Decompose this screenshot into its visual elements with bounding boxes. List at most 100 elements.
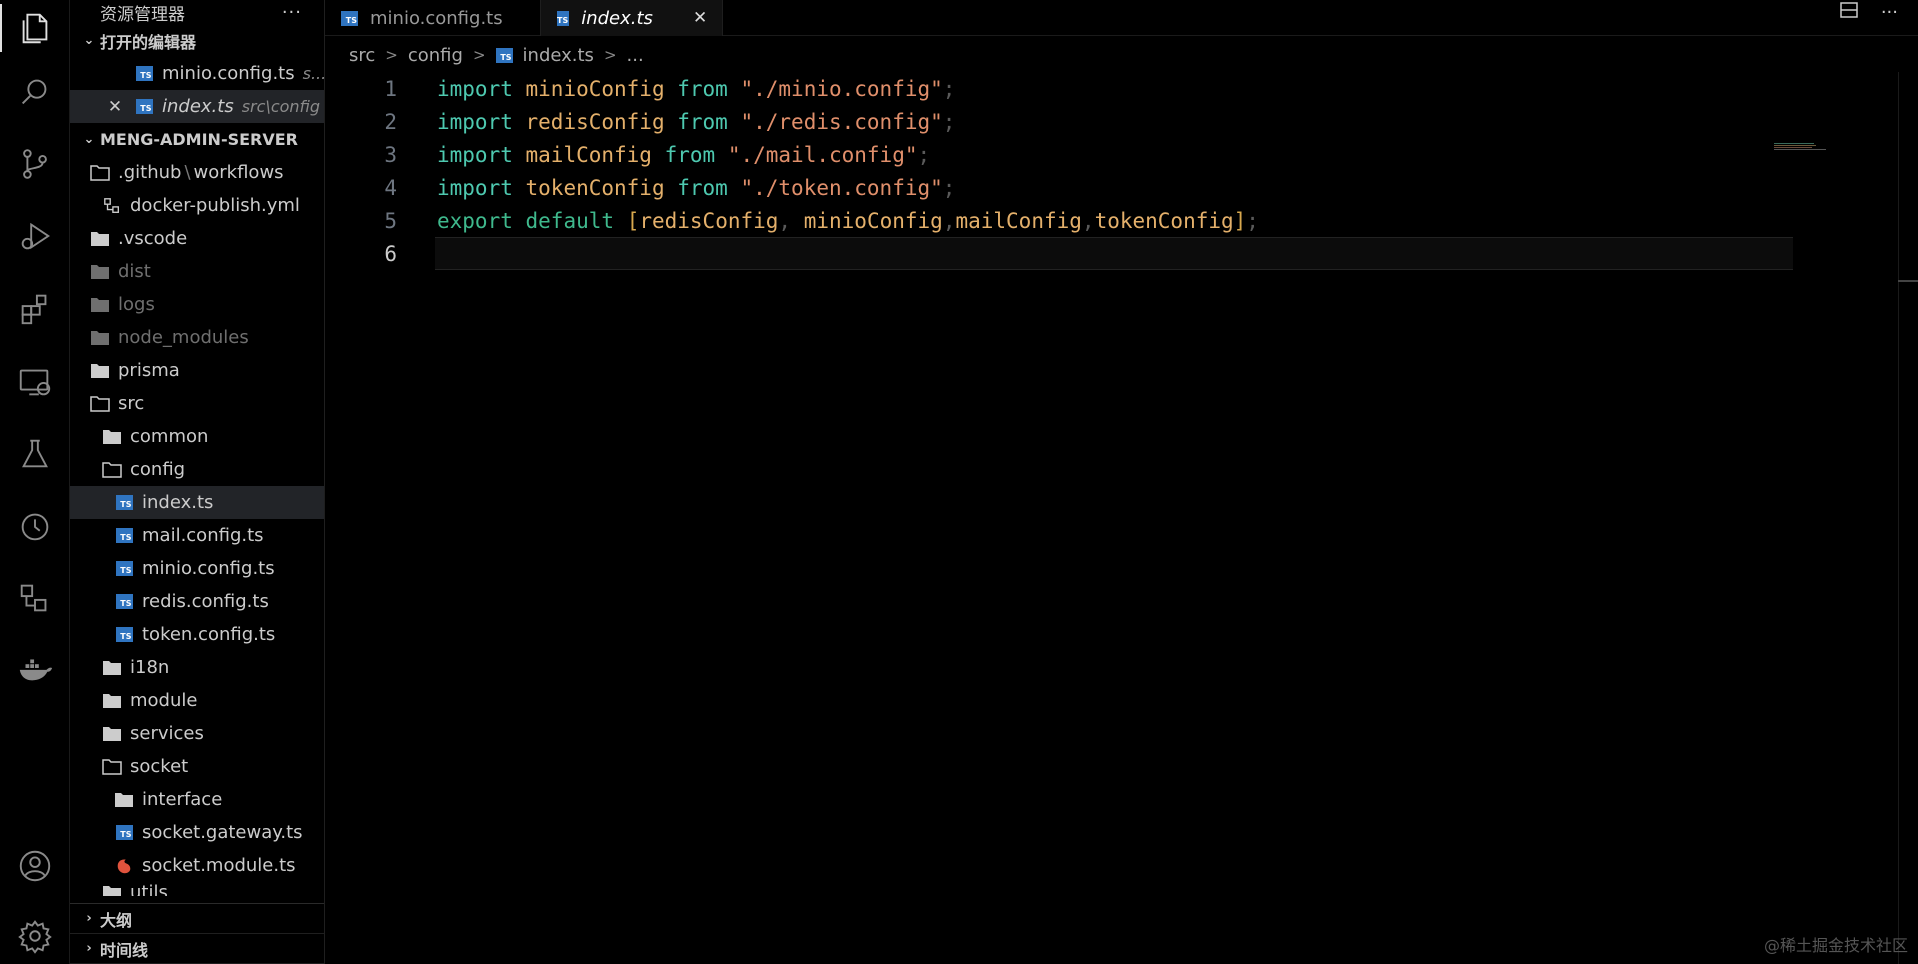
open-editors-section[interactable]: ⌄ 打开的编辑器 <box>70 24 324 57</box>
code-line[interactable]: 4 import tokenConfig from "./token.confi… <box>325 171 1898 204</box>
folder-icon <box>114 790 134 810</box>
breadcrumb-separator: > <box>472 46 486 64</box>
typescript-file-icon: TS <box>134 64 154 84</box>
tree-folder-node-modules[interactable]: node_modules <box>70 321 324 354</box>
settings-gear-icon[interactable] <box>0 908 70 964</box>
line-text: export default [redisConfig, minioConfig… <box>437 208 1259 233</box>
tree-folder-logs[interactable]: logs <box>70 288 324 321</box>
vertical-scrollbar[interactable] <box>1898 72 1918 964</box>
open-editor-item[interactable]: TS minio.config.ts s... <box>70 57 324 90</box>
tree-file-index[interactable]: TS index.ts <box>70 486 324 519</box>
watermark: @稀土掘金技术社区 <box>1763 936 1908 955</box>
tree-file-mail-config[interactable]: TS mail.config.ts <box>70 519 324 552</box>
line-number: 6 <box>384 241 397 266</box>
gitlens-icon[interactable] <box>0 570 70 626</box>
line-number: 2 <box>384 109 397 134</box>
outline-section[interactable]: › 大纲 <box>70 904 324 934</box>
tree-folder-dist[interactable]: dist <box>70 255 324 288</box>
code-line[interactable]: 2 import redisConfig from "./redis.confi… <box>325 105 1898 138</box>
tab-label: minio.config.ts <box>370 7 503 29</box>
sidebar-header: 资源管理器 ··· <box>70 0 324 25</box>
tree-folder-config[interactable]: config <box>70 453 324 486</box>
tree-file-token-config[interactable]: TS token.config.ts <box>70 618 324 651</box>
code-line[interactable]: 5 export default [redisConfig, minioConf… <box>325 204 1898 237</box>
explorer-icon[interactable] <box>0 0 70 56</box>
tree-file-docker-publish[interactable]: docker-publish.yml <box>70 189 324 222</box>
open-editors-label: 打开的编辑器 <box>100 32 197 52</box>
tree-folder-utils[interactable]: utils <box>70 882 324 896</box>
tree-folder-common[interactable]: common <box>70 420 324 453</box>
run-debug-icon[interactable] <box>0 208 70 264</box>
code-line[interactable]: 1 import minioConfig from "./minio.confi… <box>325 72 1898 105</box>
more-actions-icon[interactable]: ··· <box>282 2 302 23</box>
split-editor-icon[interactable] <box>1839 0 1859 25</box>
nestjs-file-icon <box>114 856 134 876</box>
testing-icon[interactable] <box>0 426 70 482</box>
typescript-file-icon: TS <box>134 97 154 117</box>
typescript-file-icon: TS <box>341 10 358 26</box>
folder-open-icon <box>102 757 122 777</box>
breadcrumb-item[interactable]: config <box>408 45 463 66</box>
timeline-section[interactable]: › 时间线 <box>70 934 324 964</box>
outline-label: 大纲 <box>100 910 133 930</box>
close-icon[interactable]: ✕ <box>104 97 126 117</box>
line-number: 5 <box>384 208 397 233</box>
explorer-sidebar: 资源管理器 ··· ⌄ 打开的编辑器 TS minio.config.ts s.… <box>70 0 325 964</box>
extensions-icon[interactable] <box>0 280 70 336</box>
tree-folder-interface[interactable]: interface <box>70 783 324 816</box>
line-text: import minioConfig from "./minio.config"… <box>437 76 956 101</box>
tree-folder-src[interactable]: src <box>70 387 324 420</box>
folder-icon <box>90 262 110 282</box>
line-number: 3 <box>384 142 397 167</box>
chevron-right-icon: › <box>86 941 92 956</box>
chevron-right-icon: › <box>86 911 92 926</box>
typescript-file-icon: TS <box>114 823 134 843</box>
line-text: import tokenConfig from "./token.config"… <box>437 175 956 200</box>
tree-file-socket-gateway[interactable]: TS socket.gateway.ts <box>70 816 324 849</box>
folder-icon <box>90 229 110 249</box>
close-icon[interactable]: ✕ <box>693 8 707 28</box>
line-number: 1 <box>384 76 397 101</box>
chevron-down-icon: ⌄ <box>83 132 95 147</box>
timeline-label: 时间线 <box>100 940 149 960</box>
code-line[interactable]: 3 import mailConfig from "./mail.config"… <box>325 138 1898 171</box>
tree-folder-services[interactable]: services <box>70 717 324 750</box>
search-icon[interactable] <box>0 64 70 120</box>
typescript-file-icon: TS <box>495 47 513 63</box>
code-editor[interactable]: 1 import minioConfig from "./minio.confi… <box>325 72 1898 964</box>
more-actions-icon[interactable]: ··· <box>1881 2 1898 23</box>
project-section[interactable]: ⌄ MENG-ADMIN-SERVER <box>70 123 324 156</box>
breadcrumb-separator: > <box>385 46 398 64</box>
tree-file-redis-config[interactable]: TS redis.config.ts <box>70 585 324 618</box>
folder-open-icon <box>102 460 122 480</box>
timeline-icon[interactable] <box>0 498 70 554</box>
line-number: 4 <box>384 175 397 200</box>
folder-icon <box>102 658 122 678</box>
breadcrumb-item[interactable]: index.ts <box>523 45 594 66</box>
workflow-file-icon <box>102 196 122 216</box>
tree-folder-module[interactable]: module <box>70 684 324 717</box>
open-editor-item-active[interactable]: ✕ TS index.ts src\config <box>70 90 324 123</box>
tab-minio-config[interactable]: TS minio.config.ts <box>325 0 541 36</box>
tab-index[interactable]: TS index.ts ✕ <box>541 0 723 36</box>
source-control-icon[interactable] <box>0 136 70 192</box>
tree-folder-i18n[interactable]: i18n <box>70 651 324 684</box>
tree-folder-socket[interactable]: socket <box>70 750 324 783</box>
docker-icon[interactable] <box>0 640 70 696</box>
tree-folder-github[interactable]: .github \ workflows <box>70 156 324 189</box>
line-text: import redisConfig from "./redis.config"… <box>437 109 956 134</box>
tree-file-socket-module[interactable]: socket.module.ts <box>70 849 324 882</box>
remote-explorer-icon[interactable] <box>0 354 70 410</box>
tree-file-minio-config[interactable]: TS minio.config.ts <box>70 552 324 585</box>
folder-icon <box>90 328 110 348</box>
folder-icon <box>102 882 122 896</box>
minimap[interactable] <box>1774 142 1838 152</box>
editor-tabs: TS minio.config.ts TS index.ts ✕ ··· <box>325 0 1918 36</box>
project-label: MENG-ADMIN-SERVER <box>100 130 298 149</box>
code-line-current[interactable]: 6 <box>325 237 1898 270</box>
tree-folder-prisma[interactable]: prisma <box>70 354 324 387</box>
breadcrumb-item[interactable]: src <box>349 45 375 66</box>
account-icon[interactable] <box>0 838 70 894</box>
tree-folder-vscode[interactable]: .vscode <box>70 222 324 255</box>
breadcrumb-item[interactable]: ... <box>627 45 644 66</box>
